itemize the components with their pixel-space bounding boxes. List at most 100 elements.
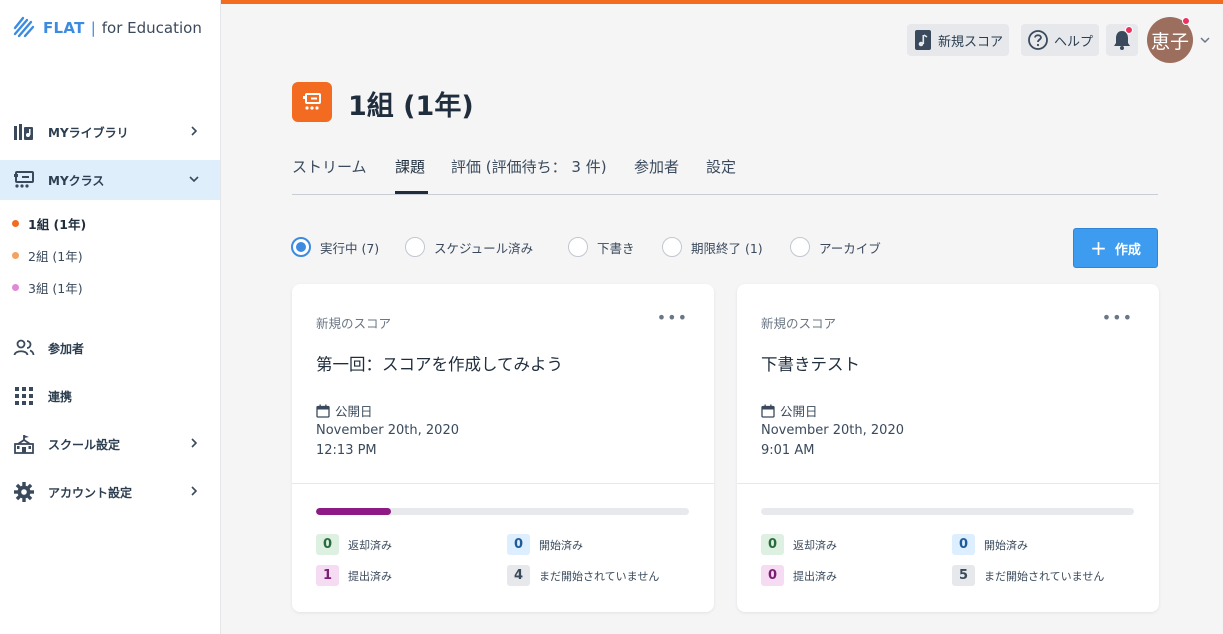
sidebar-item-integrations[interactable]: 連携 — [0, 376, 220, 416]
published-label-text: 公開日 — [335, 404, 373, 419]
class-list-item[interactable]: 1組 (1年) — [12, 214, 86, 233]
sidebar-item-my-class[interactable]: MYクラス — [0, 160, 220, 200]
stat-submitted: 1 提出済み — [316, 565, 392, 586]
count-badge: 0 — [507, 534, 530, 555]
new-score-button[interactable]: 新規スコア — [907, 24, 1010, 56]
card-divider — [292, 483, 714, 484]
assignment-card[interactable]: 新規のスコア ••• 第一回：スコアを作成してみよう 公開日 November … — [292, 284, 714, 612]
filter-label: 下書き — [597, 240, 635, 256]
library-icon — [13, 121, 35, 143]
filter-label: スケジュール済み — [434, 240, 534, 256]
assignment-type: 新規のスコア — [761, 316, 837, 331]
avatar-notification-dot — [1182, 17, 1190, 25]
sidebar: FLAT | for Education MYライブラリ MYクラス 1組 (1… — [0, 0, 221, 634]
filter-scheduled[interactable]: スケジュール済み — [405, 237, 533, 257]
stat-label: 返却済み — [348, 538, 392, 552]
filter-drafts[interactable]: 下書き — [568, 237, 635, 257]
count-badge: 5 — [952, 565, 975, 586]
flat-logo[interactable]: FLAT | for Education — [13, 16, 202, 40]
tab-settings[interactable]: 設定 — [706, 156, 736, 177]
tab-stream[interactable]: ストリーム — [292, 156, 367, 177]
stat-label: まだ開始されていません — [539, 569, 660, 583]
sidebar-item-label: 参加者 — [48, 341, 85, 356]
publish-date: November 20th, 2020 — [761, 423, 904, 438]
published-label-text: 公開日 — [780, 404, 818, 419]
chevron-right-icon — [191, 126, 198, 136]
brand-suffix: for Education — [101, 19, 202, 37]
filter-expired[interactable]: 期限終了 (1) — [662, 237, 763, 257]
assignment-title[interactable]: 第一回：スコアを作成してみよう — [316, 351, 563, 375]
help-button[interactable]: ヘルプ — [1021, 24, 1100, 56]
publish-date: November 20th, 2020 — [316, 423, 459, 438]
class-list-item[interactable]: 2組 (1年) — [12, 246, 83, 265]
school-icon — [13, 433, 35, 455]
count-badge: 0 — [316, 534, 339, 555]
sidebar-item-account-settings[interactable]: アカウント設定 — [0, 472, 220, 512]
count-badge: 0 — [761, 534, 784, 555]
radio-button[interactable] — [790, 237, 810, 257]
filter-archived[interactable]: アーカイブ — [790, 237, 881, 257]
publish-time: 12:13 PM — [316, 443, 377, 458]
create-label: 作成 — [1114, 242, 1141, 258]
accent-bar — [221, 0, 1223, 4]
sidebar-item-participants[interactable]: 参加者 — [0, 328, 220, 368]
stat-label: 開始済み — [984, 538, 1028, 552]
chevron-right-icon — [191, 486, 198, 496]
people-icon — [13, 337, 35, 359]
grid-icon — [13, 385, 35, 407]
score-file-icon — [915, 30, 931, 50]
published-label: 公開日 — [316, 401, 373, 420]
filter-active[interactable]: 実行中 (7) — [291, 237, 379, 257]
stat-returned: 0 返却済み — [761, 534, 837, 555]
stat-not-started: 4 まだ開始されていません — [507, 565, 659, 586]
stat-started: 0 開始済み — [507, 534, 583, 555]
chevron-down-icon[interactable] — [1199, 34, 1211, 46]
stat-submitted: 0 提出済み — [761, 565, 837, 586]
progress-fill — [316, 508, 391, 515]
sidebar-item-my-library[interactable]: MYライブラリ — [0, 112, 220, 152]
class-label: 1組 (1年) — [28, 217, 87, 232]
filter-label: 実行中 (7) — [320, 240, 380, 256]
radio-button[interactable] — [568, 237, 588, 257]
sidebar-item-label: MYクラス — [48, 173, 105, 188]
class-color-dot — [12, 284, 19, 291]
stat-not-started: 5 まだ開始されていません — [952, 565, 1104, 586]
radio-button[interactable] — [405, 237, 425, 257]
class-label: 3組 (1年) — [28, 281, 83, 296]
filter-label: 期限終了 (1) — [691, 240, 763, 256]
notifications-button[interactable] — [1106, 24, 1138, 56]
assignment-card[interactable]: 新規のスコア ••• 下書きテスト 公開日 November 20th, 202… — [737, 284, 1159, 612]
stat-returned: 0 返却済み — [316, 534, 392, 555]
brand-name: FLAT — [43, 19, 85, 37]
avatar[interactable]: 恵子 — [1147, 17, 1193, 63]
gear-icon — [13, 481, 35, 503]
calendar-icon — [761, 404, 775, 418]
sidebar-item-label: アカウント設定 — [48, 485, 133, 500]
radio-button[interactable] — [662, 237, 682, 257]
avatar-initials: 恵子 — [1150, 30, 1189, 53]
publish-time: 9:01 AM — [761, 443, 815, 458]
calendar-icon — [316, 404, 330, 418]
class-list-item[interactable]: 3組 (1年) — [12, 278, 83, 297]
class-color-dot — [12, 252, 19, 259]
radio-button[interactable] — [291, 237, 311, 257]
tab-participants[interactable]: 参加者 — [634, 156, 679, 177]
published-label: 公開日 — [761, 401, 818, 420]
notification-dot — [1125, 26, 1133, 34]
more-options-icon[interactable]: ••• — [1102, 310, 1133, 326]
assignment-title[interactable]: 下書きテスト — [761, 351, 860, 375]
tab-assignments[interactable]: 課題 — [395, 156, 425, 177]
sidebar-item-label: 連携 — [48, 389, 73, 404]
stat-label: 開始済み — [539, 538, 583, 552]
plus-icon: + — [1090, 236, 1107, 260]
create-button[interactable]: + 作成 — [1073, 228, 1158, 268]
more-options-icon[interactable]: ••• — [657, 310, 688, 326]
sidebar-item-school-settings[interactable]: スクール設定 — [0, 424, 220, 464]
class-icon — [13, 169, 35, 191]
stat-label: 返却済み — [793, 538, 837, 552]
stat-label: 提出済み — [348, 569, 392, 583]
progress-bar — [761, 508, 1134, 515]
stat-label: まだ開始されていません — [984, 569, 1105, 583]
count-badge: 0 — [761, 565, 784, 586]
tab-grading[interactable]: 評価 (評価待ち： 3 件) — [451, 156, 607, 177]
